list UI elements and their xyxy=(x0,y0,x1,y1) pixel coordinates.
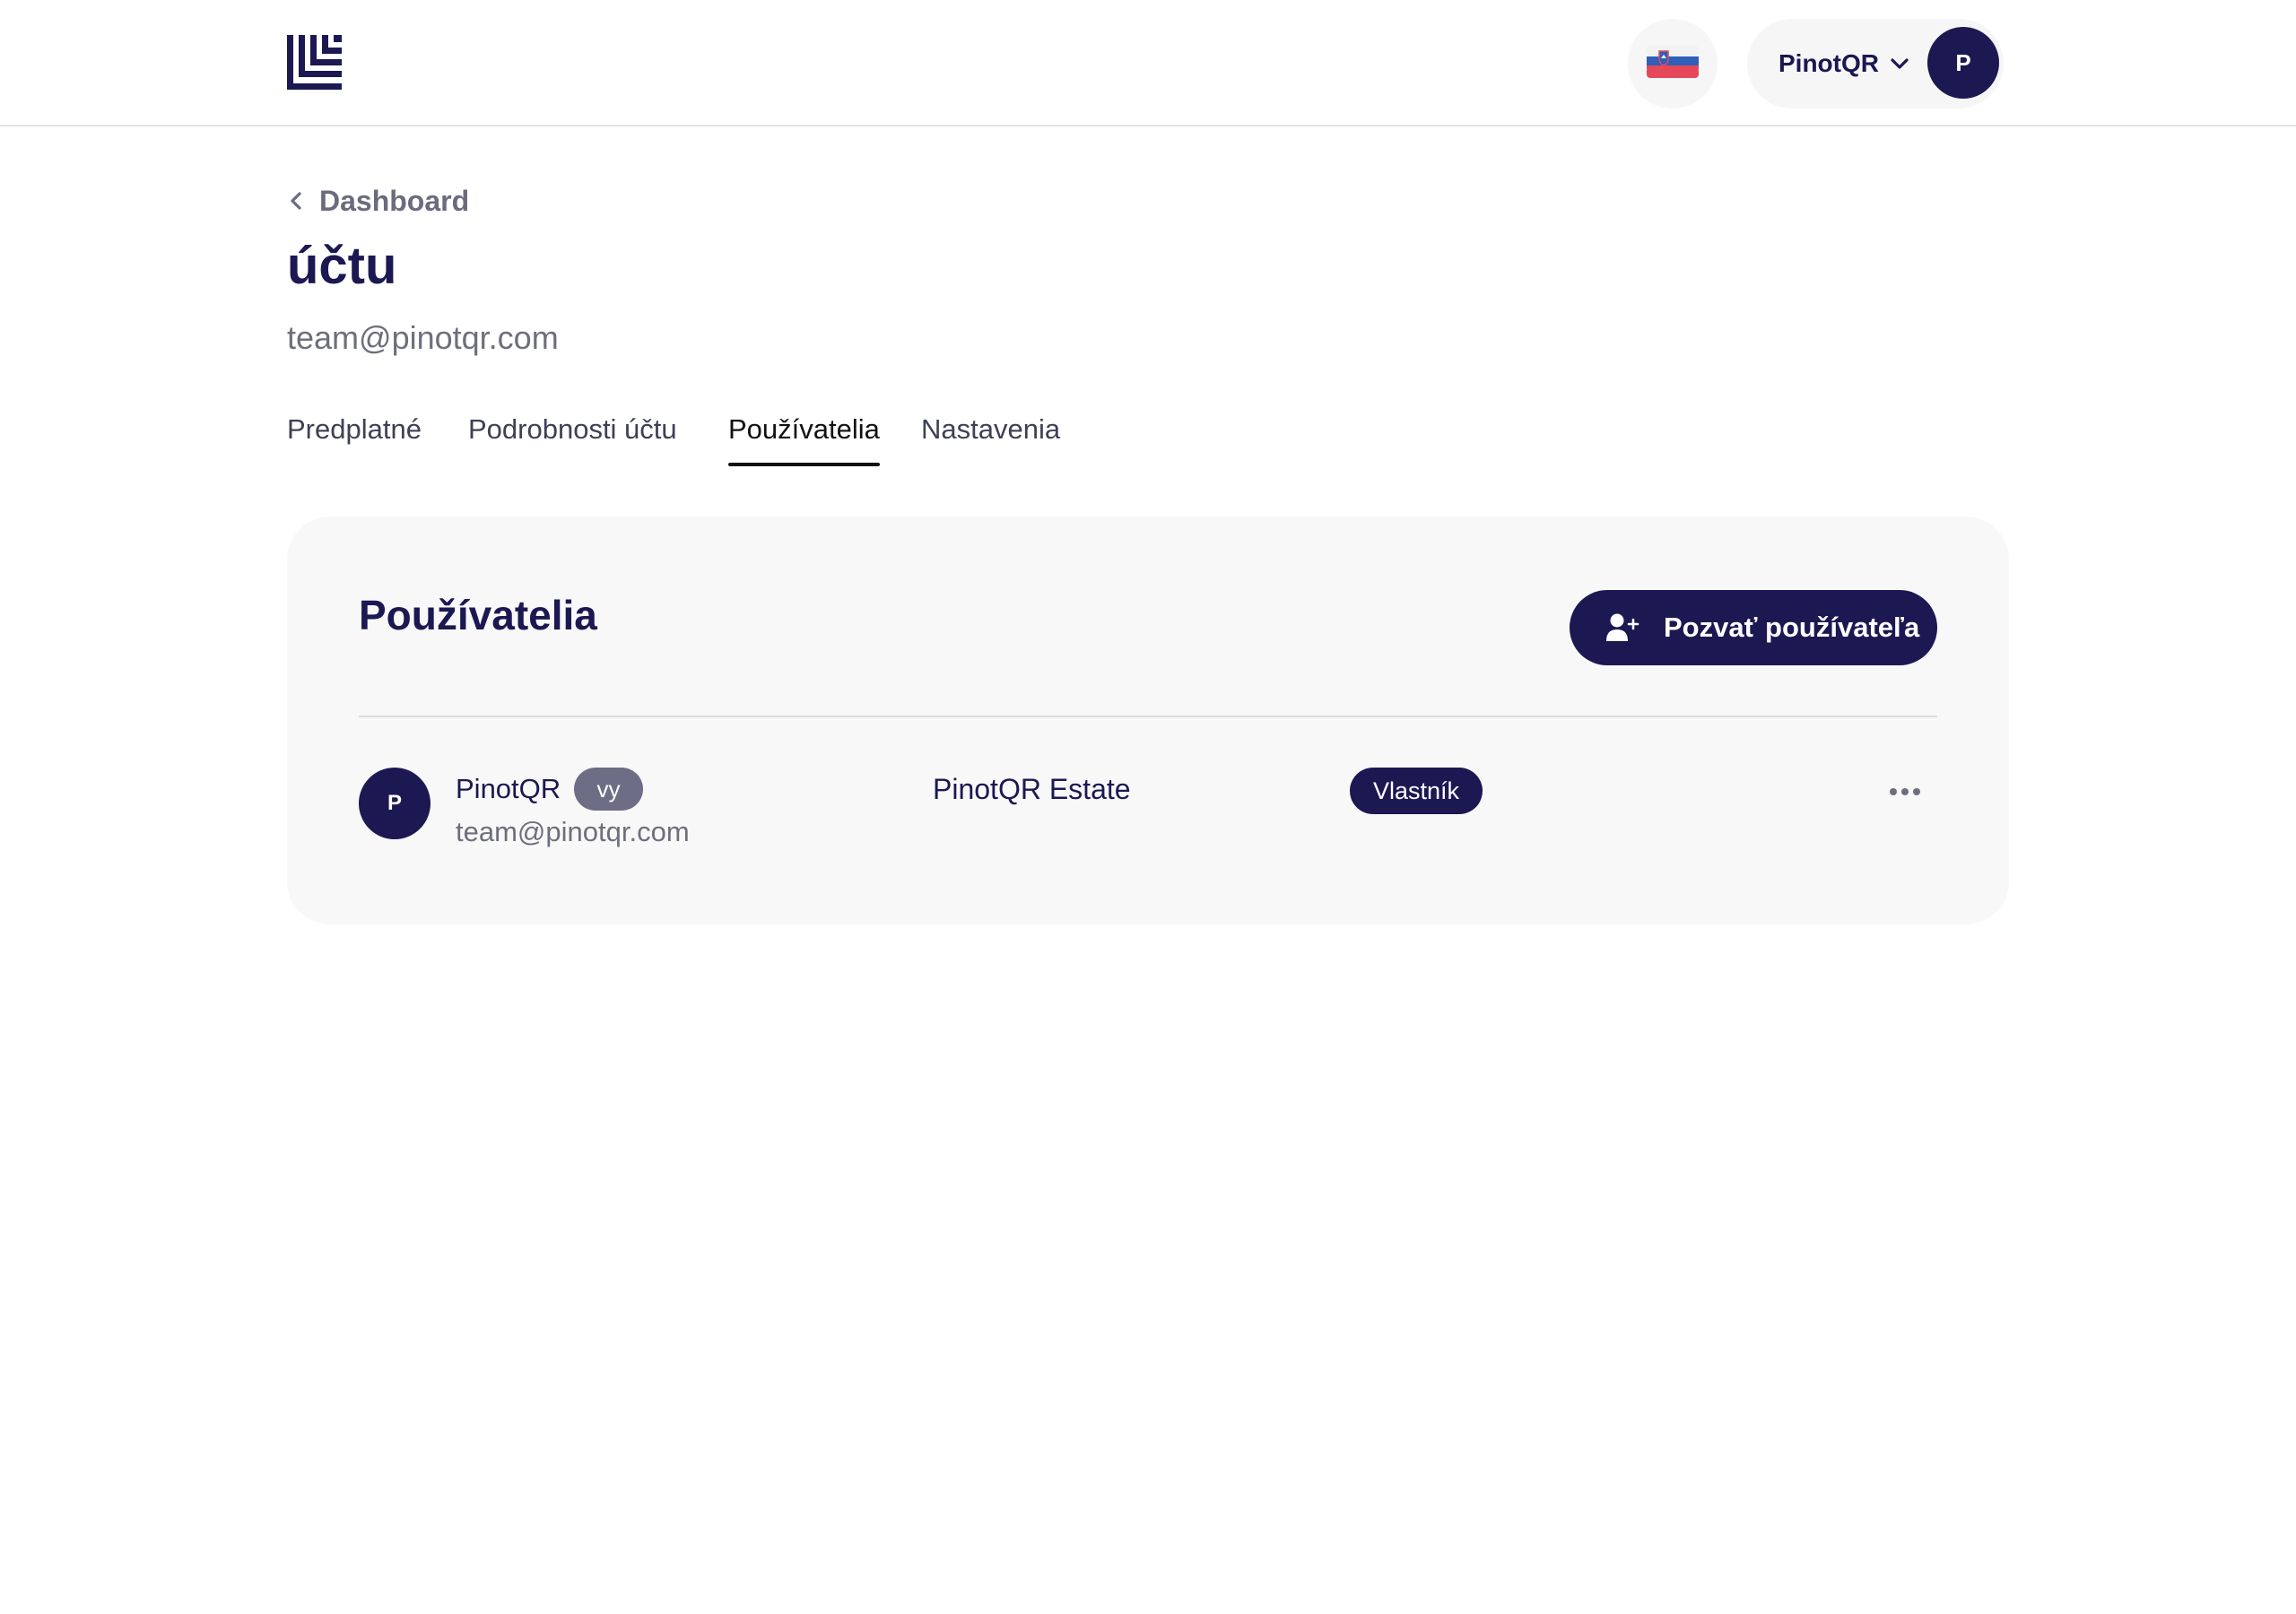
add-user-icon xyxy=(1605,612,1639,644)
tab-settings[interactable]: Nastavenia xyxy=(921,411,1060,466)
user-actions-button[interactable] xyxy=(1883,771,1926,814)
account-avatar: P xyxy=(1927,27,1999,99)
chevron-down-icon xyxy=(1889,53,1910,74)
invite-user-label: Pozvať používateľa xyxy=(1664,612,1920,643)
user-organization: PinotQR Estate xyxy=(933,773,1131,805)
tab-account-details[interactable]: Podrobnosti účtu xyxy=(468,411,677,466)
invite-user-button[interactable]: Pozvať používateľa xyxy=(1570,590,1937,665)
users-card-title: Používatelia xyxy=(359,592,597,638)
more-options-icon xyxy=(1889,785,1921,801)
account-name: PinotQR xyxy=(1779,49,1879,77)
account-menu-button[interactable]: PinotQR P xyxy=(1747,19,2004,108)
tab-users[interactable]: Používatelia xyxy=(728,411,880,466)
brand-logo[interactable] xyxy=(287,35,342,90)
users-card: Používatelia Pozvať používateľa P PinotQ… xyxy=(287,516,2009,924)
user-email: team@pinotqr.com xyxy=(456,816,690,847)
back-link-label: Dashboard xyxy=(319,184,470,217)
divider xyxy=(359,716,1937,717)
slovenia-flag-icon xyxy=(1647,45,1699,82)
you-badge: vy xyxy=(574,768,643,811)
user-name: PinotQR xyxy=(456,773,561,804)
role-badge: Vlastník xyxy=(1350,768,1483,814)
top-navigation-bar: PinotQR P xyxy=(0,0,2296,126)
tab-subscription[interactable]: Predplatné xyxy=(287,411,422,466)
back-to-dashboard-link[interactable]: Dashboard xyxy=(287,182,469,220)
chevron-left-icon xyxy=(287,191,307,211)
page-title: účtu xyxy=(287,237,397,295)
account-email-subtitle: team@pinotqr.com xyxy=(287,319,559,356)
user-avatar: P xyxy=(359,768,430,839)
language-selector-button[interactable] xyxy=(1628,19,1718,108)
user-row: P PinotQR vy team@pinotqr.com PinotQR Es… xyxy=(359,768,1937,875)
